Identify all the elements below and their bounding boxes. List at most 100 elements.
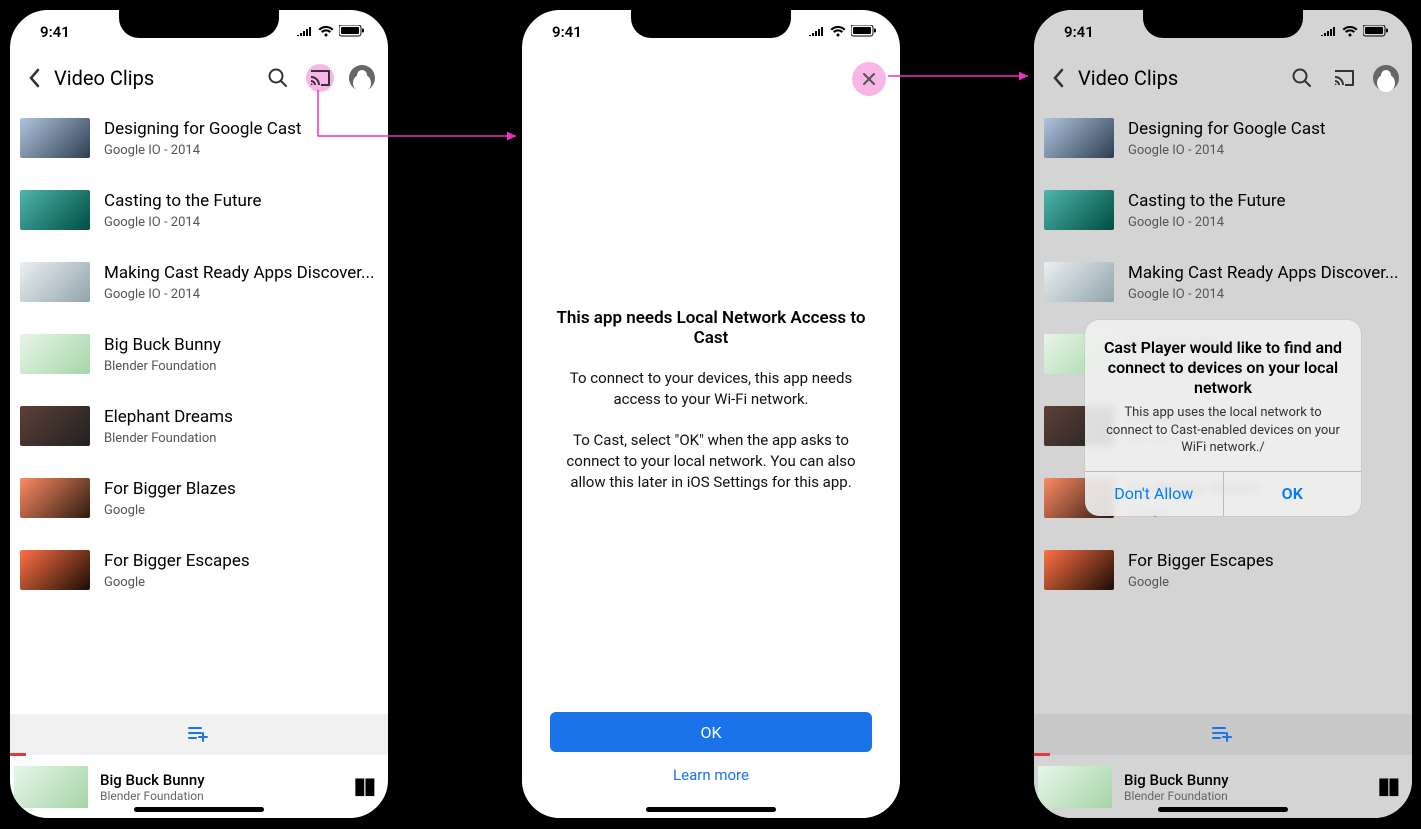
- list-item[interactable]: Designing for Google CastGoogle IO - 201…: [10, 102, 388, 174]
- miniplayer-thumbnail: [1038, 766, 1112, 808]
- phone-2-access-modal: 9:41 This app needs Local Network Access…: [516, 4, 906, 824]
- video-thumbnail: [20, 406, 90, 446]
- pause-button: ▮▮: [1378, 774, 1398, 799]
- list-item[interactable]: Casting to the Future Google IO - 2014: [10, 174, 388, 246]
- video-title: Making Cast Ready Apps Discover...: [104, 263, 374, 283]
- miniplayer-title: Big Buck Bunny: [100, 771, 342, 789]
- video-title: For Bigger Escapes: [1128, 551, 1274, 571]
- close-button[interactable]: [852, 62, 886, 96]
- list-item[interactable]: Making Cast Ready Apps Discover...Google…: [10, 246, 388, 318]
- page-title: Video Clips: [54, 66, 256, 90]
- account-icon: [1373, 65, 1399, 91]
- battery-icon: [851, 23, 876, 41]
- app-header: Video Clips: [1034, 54, 1412, 102]
- list-item[interactable]: For Bigger Blazes Google: [10, 462, 388, 534]
- ok-button[interactable]: OK: [550, 712, 872, 752]
- device-notch: [1143, 8, 1303, 38]
- list-item: Casting to the FutureGoogle IO - 2014: [1034, 174, 1412, 246]
- chevron-left-icon: [28, 68, 40, 88]
- battery-icon: [339, 23, 364, 41]
- home-indicator[interactable]: [646, 807, 776, 812]
- miniplayer-subtitle: Blender Foundation: [100, 789, 342, 803]
- learn-more-link[interactable]: Learn more: [673, 766, 749, 784]
- ios-permission-alert: Cast Player would like to find and conne…: [1085, 320, 1361, 516]
- video-thumbnail: [1044, 262, 1114, 302]
- allow-ok-button[interactable]: OK: [1223, 472, 1362, 516]
- miniplayer-thumbnail: [14, 766, 88, 808]
- chevron-left-icon: [1052, 68, 1064, 88]
- status-indicators: [808, 23, 876, 41]
- local-network-access-modal: This app needs Local Network Access to C…: [522, 54, 900, 818]
- pause-button[interactable]: ▮▮: [354, 774, 374, 799]
- video-title: Designing for Google Cast: [1128, 119, 1325, 139]
- video-subtitle: Google: [104, 575, 250, 590]
- list-item: For Bigger Escapes Google: [1034, 534, 1412, 606]
- search-icon: [267, 67, 289, 89]
- video-thumbnail: [20, 478, 90, 518]
- close-icon: [862, 72, 876, 86]
- dont-allow-label: Don't Allow: [1114, 484, 1193, 503]
- back-button[interactable]: [1046, 66, 1070, 90]
- account-button[interactable]: [1372, 64, 1400, 92]
- video-thumbnail: [20, 334, 90, 374]
- search-icon: [1291, 67, 1313, 89]
- playlist-add-icon: [188, 726, 210, 742]
- list-item: Designing for Google CastGoogle IO - 201…: [1034, 102, 1412, 174]
- video-thumbnail: [20, 550, 90, 590]
- phone-3-ios-permission: 9:41 Video Clips Designing for Google Ca…: [1028, 4, 1418, 824]
- miniplayer-title: Big Buck Bunny: [1124, 771, 1366, 789]
- account-button[interactable]: [348, 64, 376, 92]
- video-list[interactable]: Designing for Google Cast Google IO - 201…: [10, 102, 388, 714]
- wifi-icon: [1342, 23, 1358, 41]
- app-body: Designing for Google Cast Google IO - 201…: [10, 102, 388, 818]
- home-indicator[interactable]: [1158, 807, 1288, 812]
- video-subtitle: Google: [104, 503, 236, 518]
- video-subtitle: Google IO - 2014: [104, 215, 262, 230]
- video-title: For Bigger Escapes: [104, 551, 250, 571]
- cast-button[interactable]: [306, 64, 334, 92]
- status-time: 9:41: [552, 23, 582, 41]
- search-button[interactable]: [1288, 64, 1316, 92]
- video-title: Elephant Dreams: [104, 407, 233, 427]
- back-button[interactable]: [22, 66, 46, 90]
- device-notch: [119, 8, 279, 38]
- dont-allow-button[interactable]: Don't Allow: [1085, 472, 1223, 516]
- video-title: Designing for Google Cast: [104, 119, 301, 139]
- battery-icon: [1363, 23, 1388, 41]
- video-title: Making Cast Ready Apps Discover...: [1128, 263, 1398, 283]
- home-indicator[interactable]: [134, 807, 264, 812]
- video-thumbnail: [20, 190, 90, 230]
- add-to-queue-button: [1034, 714, 1412, 754]
- video-subtitle: Blender Foundation: [104, 431, 233, 446]
- video-subtitle: Google: [1128, 575, 1274, 590]
- modal-title: This app needs Local Network Access to C…: [550, 308, 872, 348]
- list-item[interactable]: For Bigger Escapes Google: [10, 534, 388, 606]
- list-item[interactable]: Elephant Dreams Blender Foundation: [10, 390, 388, 462]
- video-title: Big Buck Bunny: [104, 335, 221, 355]
- wifi-icon: [318, 23, 334, 41]
- allow-label: OK: [1282, 484, 1303, 503]
- alert-title: Cast Player would like to find and conne…: [1101, 338, 1345, 398]
- app-header: Video Clips: [10, 54, 388, 102]
- cast-icon: [309, 69, 331, 87]
- video-thumbnail: [1044, 118, 1114, 158]
- signal-icon: [1320, 23, 1337, 41]
- pause-icon: ▮▮: [354, 774, 374, 799]
- video-subtitle: Blender Foundation: [104, 359, 221, 374]
- video-title: For Bigger Blazes: [104, 479, 236, 499]
- page-title: Video Clips: [1078, 66, 1280, 90]
- phone-1-video-list: 9:41 Video Clips Designing for Google Ca…: [4, 4, 394, 824]
- video-thumbnail: [1044, 190, 1114, 230]
- video-title: Casting to the Future: [104, 191, 262, 211]
- status-time: 9:41: [40, 23, 70, 41]
- add-to-queue-button[interactable]: [10, 714, 388, 754]
- status-time: 9:41: [1064, 23, 1094, 41]
- video-thumbnail: [20, 118, 90, 158]
- search-button[interactable]: [264, 64, 292, 92]
- video-thumbnail: [20, 262, 90, 302]
- cast-button[interactable]: [1330, 64, 1358, 92]
- list-item[interactable]: Big Buck Bunny Blender Foundation: [10, 318, 388, 390]
- miniplayer-subtitle: Blender Foundation: [1124, 789, 1366, 803]
- playlist-add-icon: [1212, 726, 1234, 742]
- list-item: Making Cast Ready Apps Discover...Google…: [1034, 246, 1412, 318]
